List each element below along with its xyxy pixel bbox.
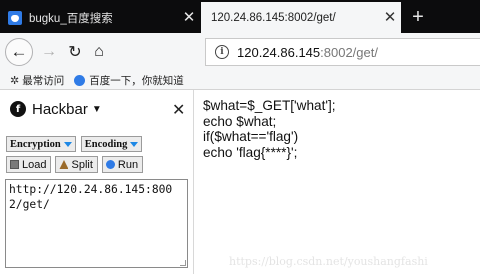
bookmark-label: 百度一下，你就知道 [89,74,184,87]
tab-bugku-search[interactable]: bugku_百度搜索 ✕ [0,2,200,33]
home-icon[interactable]: ⌂ [88,41,110,63]
code-line: echo 'flag{****}'; [203,144,298,160]
tab-title: bugku_百度搜索 [29,12,113,25]
close-tab-icon[interactable]: ✕ [379,10,401,25]
page-source-output: $what=$_GET['what']; echo $what; if($wha… [203,98,336,160]
url-bar[interactable]: i 120.24.86.145 :8002/get/ [205,38,480,66]
hackbar-sidebar: f Hackbar ▼ ✕ Encryption Encoding Load S… [0,90,194,274]
new-tab-plus-icon[interactable]: + [404,2,432,33]
url-host: 120.24.86.145 [237,44,321,60]
hackbar-menu-row: Encryption Encoding [6,136,147,152]
code-line: $what=$_GET['what']; [203,98,336,113]
hackbar-logo-icon: f [10,101,26,117]
bookmark-label: 最常访问 [22,74,65,87]
hackbar-title: Hackbar [32,100,88,118]
baidu-paw-icon [74,74,86,86]
bookmarks-bar: ✲ 最常访问 百度一下，你就知道 [0,71,480,90]
forward-arrow-icon[interactable]: → [38,41,60,63]
url-path: :8002/get/ [320,44,378,60]
button-label: Load [22,158,47,171]
info-icon[interactable]: i [215,45,229,59]
hackbar-url-textarea[interactable]: http://120.24.86.145:8002/get/ [5,179,188,268]
hackbar-header[interactable]: f Hackbar ▼ [0,90,193,128]
split-url-button[interactable]: Split [55,156,98,173]
tab-title: 120.24.86.145:8002/get/ [211,11,336,24]
split-icon [59,160,69,169]
bookmark-most-visited[interactable]: ✲ 最常访问 [10,73,64,88]
baidu-paw-icon [8,10,22,25]
reload-icon[interactable]: ↻ [64,41,86,63]
run-button[interactable]: Run [101,156,144,173]
dropdown-triangle-icon [63,141,72,147]
bookmark-baidu[interactable]: 百度一下，你就知道 [74,73,184,88]
resize-grip-icon[interactable] [180,260,186,266]
navigation-bar: ← → ↻ ⌂ i 120.24.86.145 :8002/get/ [0,33,480,71]
watermark-text: https://blog.csdn.net/youshangfashi [229,255,428,268]
encryption-menu-button[interactable]: Encryption [6,136,76,152]
hackbar-action-row: Load Split Run [6,156,147,173]
load-icon [10,160,19,169]
button-label: Encryption [10,138,61,150]
close-sidebar-icon[interactable]: ✕ [172,100,185,120]
load-url-button[interactable]: Load [6,156,52,173]
run-icon [105,160,115,169]
code-line: if($what=='flag') [203,129,299,144]
button-label: Split [71,158,93,171]
close-tab-icon[interactable]: ✕ [178,10,200,25]
button-label: Run [117,158,139,171]
back-arrow-icon[interactable]: ← [5,38,33,66]
tab-strip: bugku_百度搜索 ✕ 120.24.86.145:8002/get/ ✕ + [0,0,480,33]
gear-icon: ✲ [10,74,20,87]
dropdown-triangle-icon [130,141,139,147]
encoding-menu-button[interactable]: Encoding [80,136,143,152]
chevron-down-icon: ▼ [91,103,102,115]
button-label: Encoding [84,138,128,150]
tab-active-get[interactable]: 120.24.86.145:8002/get/ ✕ [201,2,401,33]
code-line: echo $what; [203,113,277,129]
